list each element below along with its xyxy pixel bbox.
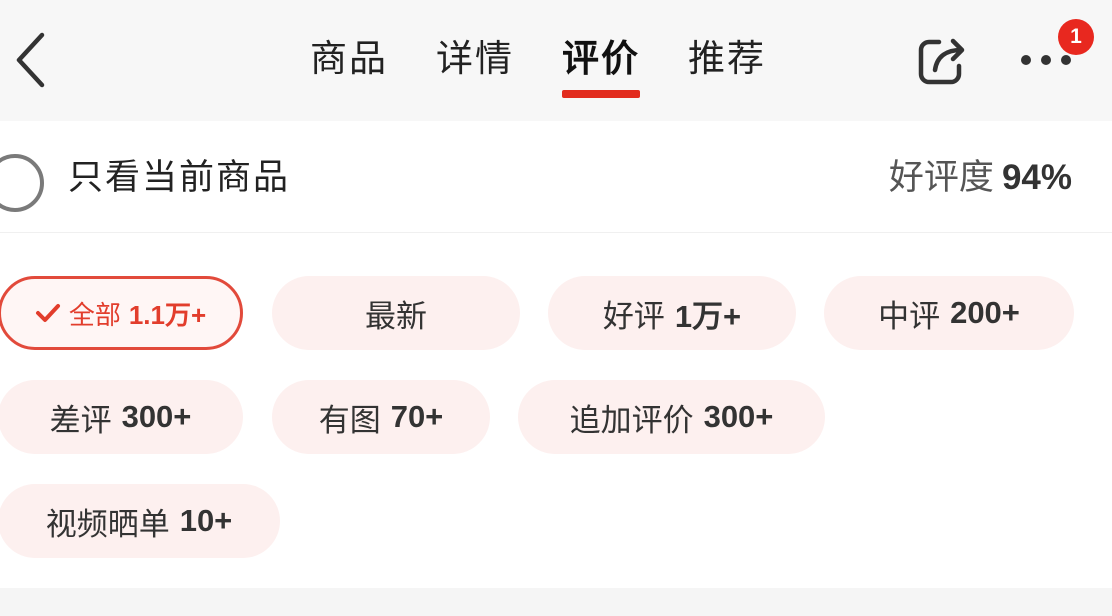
tag-label: 最新 [365,298,427,335]
current-product-only-label[interactable]: 只看当前商品 [68,155,290,201]
tag-label: 有图 [318,402,381,439]
tag-label: 差评 [49,402,112,439]
tag-count: 200+ [950,295,1020,330]
tab-recommend[interactable]: 推荐 [664,0,790,121]
tag-with-images[interactable]: 有图 70+ [272,380,490,454]
tab-products[interactable]: 商品 [286,0,412,121]
tag-negative[interactable]: 差评 300+ [0,380,243,454]
more-dots-icon [1021,55,1071,65]
section-divider [0,588,1112,616]
check-icon [35,302,61,324]
review-tag-list: 全部 1.1万+ 最新 好评 1万+ 中评 200+ 差评 300+ 有图 70+ 追加评… [0,233,1112,588]
chevron-left-icon [16,32,45,88]
tag-count: 1万+ [674,298,742,334]
tab-label: 评价 [562,37,640,80]
notification-badge: 1 [1058,19,1094,55]
tag-count: 70+ [390,399,444,434]
tab-label: 详情 [436,37,514,80]
tag-label: 追加评价 [569,402,694,439]
tag-count: 10+ [179,503,233,538]
tab-label: 推荐 [688,37,766,80]
tag-label: 好评 [602,298,665,335]
rating-label: 好评度 [888,158,994,198]
share-button[interactable] [912,30,974,90]
top-nav-bar: 商品 详情 评价 推荐 1 [0,0,1112,121]
filter-row: 只看当前商品 好评度 94% [0,121,1112,233]
tag-follow-up[interactable]: 追加评价 300+ [518,380,825,454]
tag-count: 300+ [703,399,774,434]
tab-reviews[interactable]: 评价 [538,0,664,121]
tag-neutral[interactable]: 中评 200+ [824,276,1074,350]
rating-value: 94% [1001,158,1072,197]
tag-label: 视频晒单 [45,506,170,543]
share-icon [918,38,965,85]
positive-rating: 好评度 94% [889,155,1072,201]
tag-video-review[interactable]: 视频晒单 10+ [0,484,280,558]
tab-label: 商品 [310,37,388,80]
tag-label: 中评 [878,298,941,335]
back-button[interactable] [0,22,60,98]
tab-details[interactable]: 详情 [412,0,538,121]
tag-count: 300+ [121,399,192,434]
current-product-only-radio[interactable] [0,154,44,212]
tag-positive[interactable]: 好评 1万+ [548,276,796,350]
tag-count: 1.1万+ [128,299,207,330]
active-tab-indicator [562,90,640,98]
tag-label: 全部 [68,300,121,331]
tab-bar: 商品 详情 评价 推荐 [286,0,790,121]
tag-latest[interactable]: 最新 [272,276,520,350]
tag-all[interactable]: 全部 1.1万+ [0,276,243,350]
